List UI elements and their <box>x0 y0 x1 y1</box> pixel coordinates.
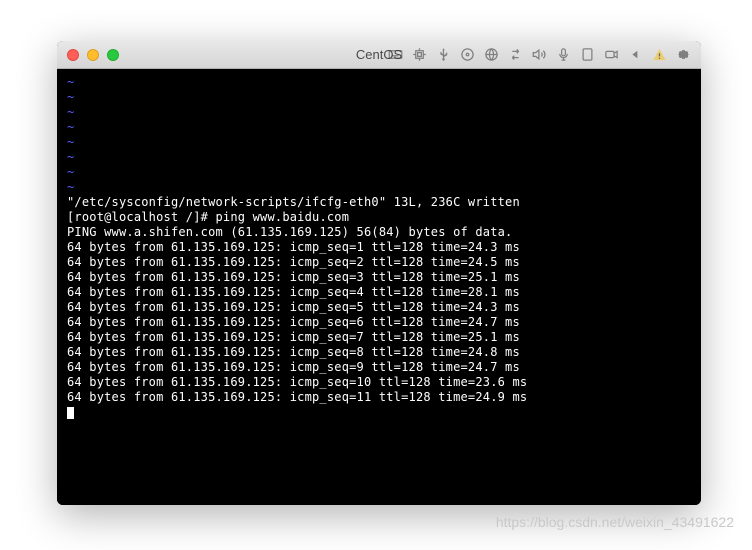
keyboard-icon[interactable] <box>388 47 403 62</box>
close-button[interactable] <box>67 49 79 61</box>
cpu-icon[interactable] <box>412 47 427 62</box>
terminal-window: CentOS ~ ~ ~ ~ ~ ~ ~ ~ "/etc/sysconfig/n… <box>57 41 701 505</box>
camera-icon[interactable] <box>604 47 619 62</box>
tablet-icon[interactable] <box>580 47 595 62</box>
ping-reply: 64 bytes from 61.135.169.125: icmp_seq=9… <box>67 360 520 374</box>
arrow-left-icon[interactable] <box>628 47 643 62</box>
ping-header: PING www.a.shifen.com (61.135.169.125) 5… <box>67 225 512 239</box>
transfer-icon[interactable] <box>508 47 523 62</box>
ping-reply: 64 bytes from 61.135.169.125: icmp_seq=1… <box>67 240 520 254</box>
network-icon[interactable] <box>484 47 499 62</box>
sound-icon[interactable] <box>532 47 547 62</box>
ping-reply: 64 bytes from 61.135.169.125: icmp_seq=8… <box>67 345 520 359</box>
ping-reply: 64 bytes from 61.135.169.125: icmp_seq=1… <box>67 375 527 389</box>
tilde-line: ~ <box>67 90 74 104</box>
warning-icon[interactable] <box>652 47 667 62</box>
terminal-body[interactable]: ~ ~ ~ ~ ~ ~ ~ ~ "/etc/sysconfig/network-… <box>57 69 701 505</box>
ping-reply: 64 bytes from 61.135.169.125: icmp_seq=6… <box>67 315 520 329</box>
titlebar[interactable]: CentOS <box>57 41 701 69</box>
usb-icon[interactable] <box>436 47 451 62</box>
write-message: "/etc/sysconfig/network-scripts/ifcfg-et… <box>67 195 520 209</box>
tilde-line: ~ <box>67 180 74 194</box>
shell-prompt: [root@localhost /]# <box>67 210 208 224</box>
ping-reply: 64 bytes from 61.135.169.125: icmp_seq=1… <box>67 390 527 404</box>
disc-icon[interactable] <box>460 47 475 62</box>
gear-icon[interactable] <box>676 47 691 62</box>
ping-reply: 64 bytes from 61.135.169.125: icmp_seq=4… <box>67 285 520 299</box>
vm-toolbar <box>388 47 691 62</box>
tilde-line: ~ <box>67 135 74 149</box>
tilde-line: ~ <box>67 75 74 89</box>
shell-command: ping www.baidu.com <box>208 210 349 224</box>
maximize-button[interactable] <box>107 49 119 61</box>
traffic-lights <box>67 49 119 61</box>
minimize-button[interactable] <box>87 49 99 61</box>
tilde-line: ~ <box>67 105 74 119</box>
cursor <box>67 407 74 419</box>
ping-reply: 64 bytes from 61.135.169.125: icmp_seq=2… <box>67 255 520 269</box>
mic-icon[interactable] <box>556 47 571 62</box>
tilde-line: ~ <box>67 150 74 164</box>
tilde-line: ~ <box>67 165 74 179</box>
ping-reply: 64 bytes from 61.135.169.125: icmp_seq=3… <box>67 270 520 284</box>
tilde-line: ~ <box>67 120 74 134</box>
ping-reply: 64 bytes from 61.135.169.125: icmp_seq=5… <box>67 300 520 314</box>
watermark: https://blog.csdn.net/weixin_43491622 <box>496 514 734 530</box>
ping-reply: 64 bytes from 61.135.169.125: icmp_seq=7… <box>67 330 520 344</box>
